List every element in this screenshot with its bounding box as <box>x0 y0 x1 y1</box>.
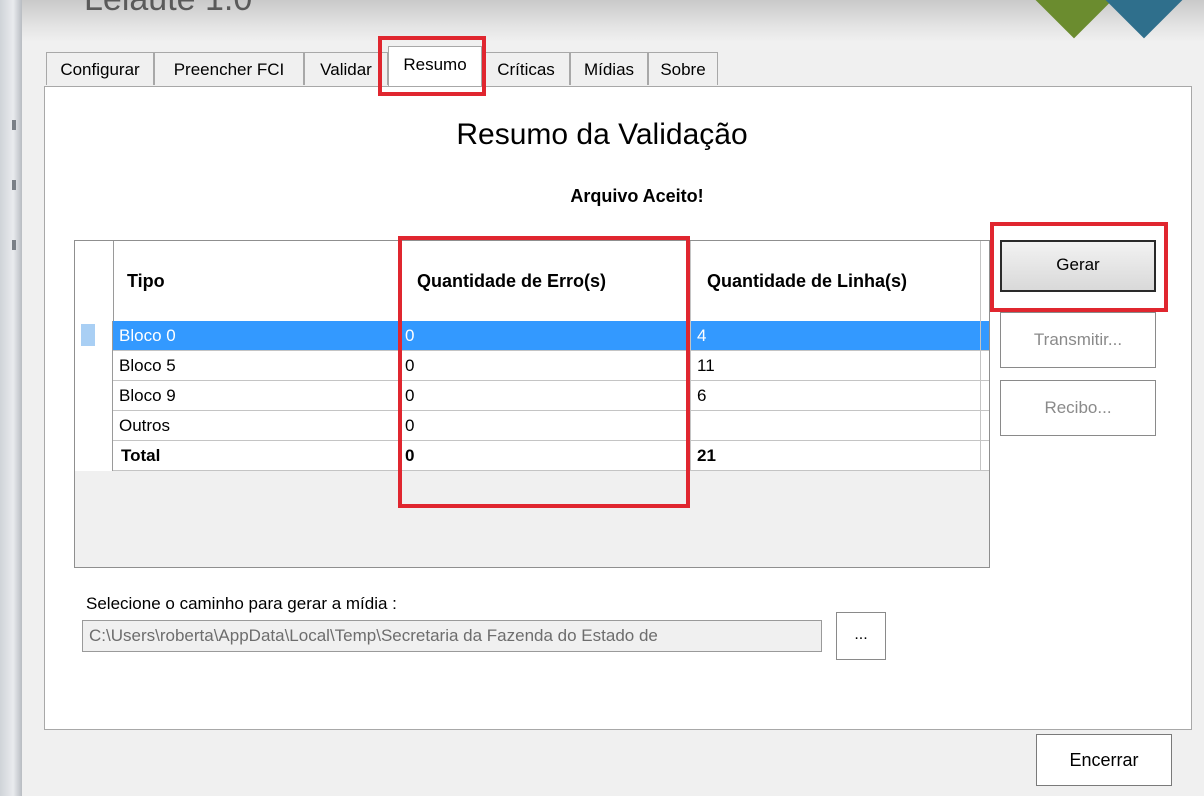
column-header-tipo[interactable]: Tipo <box>113 241 399 321</box>
cell-tipo[interactable]: Bloco 9 <box>113 381 399 411</box>
table-row[interactable]: Bloco 9 0 6 <box>75 381 989 411</box>
row-header[interactable] <box>75 441 113 471</box>
edge-mark <box>12 240 16 250</box>
page-title: Resumo da Validação <box>456 118 748 151</box>
cell-linhas[interactable] <box>691 411 981 441</box>
cell-erros[interactable]: 0 <box>399 381 691 411</box>
summary-grid[interactable]: Tipo Quantidade de Erro(s) Quantidade de… <box>74 240 990 568</box>
recibo-button[interactable]: Recibo... <box>1000 380 1156 436</box>
row-header-corner <box>75 241 114 321</box>
status-message: Arquivo Aceito! <box>570 186 704 206</box>
cell-erros[interactable]: 0 <box>399 411 691 441</box>
title-bar: Leiaute 1.0 <box>22 0 1204 42</box>
table-row[interactable]: Bloco 0 0 4 <box>75 321 989 351</box>
cell-linhas[interactable]: 11 <box>691 351 981 381</box>
cell-linhas[interactable]: 21 <box>691 441 981 471</box>
gerar-button[interactable]: Gerar <box>1000 240 1156 292</box>
path-label: Selecione o caminho para gerar a mídia : <box>86 594 397 613</box>
cell-linhas[interactable]: 6 <box>691 381 981 411</box>
browse-button[interactable]: ... <box>836 612 886 660</box>
column-header-linhas[interactable]: Quantidade de Linha(s) <box>691 241 981 321</box>
cell-erros[interactable]: 0 <box>399 351 691 381</box>
table-row[interactable]: Bloco 5 0 11 <box>75 351 989 381</box>
path-field[interactable]: C:\Users\roberta\AppData\Local\Temp\Secr… <box>82 620 822 652</box>
logo-icon <box>1031 0 1117 39</box>
cell-erros[interactable]: 0 <box>399 441 691 471</box>
grid-header: Tipo Quantidade de Erro(s) Quantidade de… <box>75 241 989 322</box>
row-header[interactable] <box>75 321 113 351</box>
logo-icon <box>1101 0 1187 39</box>
column-header-erros[interactable]: Quantidade de Erro(s) <box>399 241 691 321</box>
tab-midias[interactable]: Mídias <box>570 52 648 85</box>
row-header[interactable] <box>75 411 113 441</box>
cell-erros[interactable]: 0 <box>399 321 691 351</box>
cell-tipo[interactable]: Outros <box>113 411 399 441</box>
tab-resumo[interactable]: Resumo <box>388 46 482 86</box>
tab-configurar[interactable]: Configurar <box>46 52 154 85</box>
tab-preencher-fci[interactable]: Preencher FCI <box>154 52 304 85</box>
tab-criticas[interactable]: Críticas <box>482 52 570 85</box>
cell-linhas[interactable]: 4 <box>691 321 981 351</box>
cell-tipo[interactable]: Bloco 5 <box>113 351 399 381</box>
row-header[interactable] <box>75 381 113 411</box>
tab-validar[interactable]: Validar <box>304 52 388 85</box>
row-header[interactable] <box>75 351 113 381</box>
table-row-total[interactable]: Total 0 21 <box>75 441 989 471</box>
cell-tipo[interactable]: Bloco 0 <box>113 321 399 351</box>
window-title: Leiaute 1.0 <box>84 0 252 19</box>
tab-sobre[interactable]: Sobre <box>648 52 718 85</box>
transmitir-button[interactable]: Transmitir... <box>1000 312 1156 368</box>
cell-tipo[interactable]: Total <box>113 441 399 471</box>
encerrar-button[interactable]: Encerrar <box>1036 734 1172 786</box>
table-row[interactable]: Outros 0 <box>75 411 989 441</box>
